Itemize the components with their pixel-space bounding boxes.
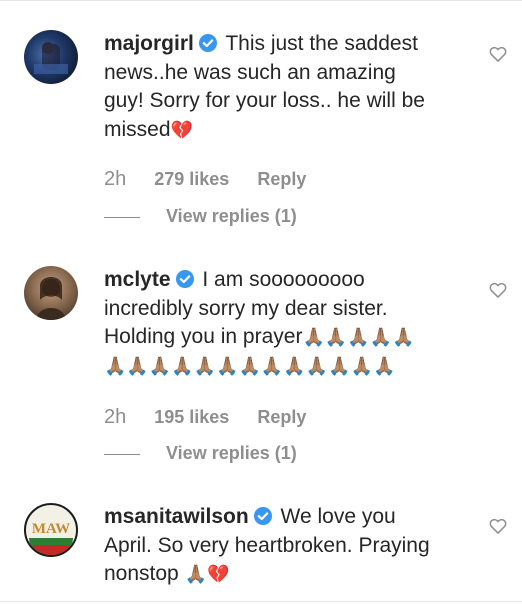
username[interactable]: majorgirl — [104, 32, 194, 55]
like-heart-icon[interactable] — [488, 44, 508, 64]
replies-line — [104, 216, 140, 218]
praying-hands-emoji-row: 🙏🏽🙏🏽🙏🏽🙏🏽🙏🏽 — [302, 327, 415, 347]
like-heart-icon[interactable] — [488, 280, 508, 300]
comment-text: majorgirl This just the saddest news..he… — [104, 32, 425, 141]
verified-badge-icon — [253, 507, 272, 525]
avatar-logo-text: MAW — [32, 521, 70, 537]
broken-heart-emoji: 💔 — [170, 119, 193, 140]
timestamp: 2h — [104, 406, 127, 428]
reply-button[interactable]: Reply — [257, 169, 306, 189]
likes-count[interactable]: 279 likes — [154, 169, 229, 189]
praying-hands-emoji-row: 🙏🏽🙏🏽🙏🏽🙏🏽🙏🏽🙏🏽🙏🏽🙏🏽🙏🏽🙏🏽🙏🏽🙏🏽🙏🏽 — [104, 355, 396, 376]
profile-photo-icon — [34, 42, 68, 74]
profile-photo-icon — [36, 277, 66, 320]
comment-text: msanitawilson We love you April. So very… — [104, 505, 430, 585]
avatar[interactable] — [24, 266, 78, 320]
username[interactable]: mclyte — [104, 268, 171, 291]
replies-line — [104, 453, 140, 455]
avatar[interactable]: MAW — [24, 503, 78, 557]
view-replies[interactable]: View replies (1) — [104, 206, 297, 227]
comment-meta: 2h 279 likes Reply — [104, 168, 306, 191]
verified-badge-icon — [198, 34, 217, 52]
view-replies-label[interactable]: View replies (1) — [166, 443, 297, 463]
view-replies[interactable]: View replies (1) — [104, 443, 297, 464]
broken-heart-emoji: 💔 — [207, 564, 230, 584]
comment-text: mclyte I am sooooooooo incredibly sorry … — [104, 268, 415, 376]
verified-badge-icon — [175, 270, 194, 288]
likes-count[interactable]: 195 likes — [154, 407, 229, 427]
praying-hands-emoji: 🙏🏽 — [184, 564, 207, 584]
bottom-divider — [0, 601, 522, 602]
reply-button[interactable]: Reply — [257, 407, 306, 427]
view-replies-label[interactable]: View replies (1) — [166, 206, 297, 226]
username[interactable]: msanitawilson — [104, 505, 249, 528]
avatar[interactable] — [24, 30, 78, 84]
like-heart-icon[interactable] — [488, 516, 508, 536]
comment-meta: 2h 195 likes Reply — [104, 406, 306, 429]
logo-avatar-icon: MAW — [29, 521, 73, 555]
timestamp: 2h — [104, 168, 127, 190]
top-divider — [0, 0, 522, 1]
